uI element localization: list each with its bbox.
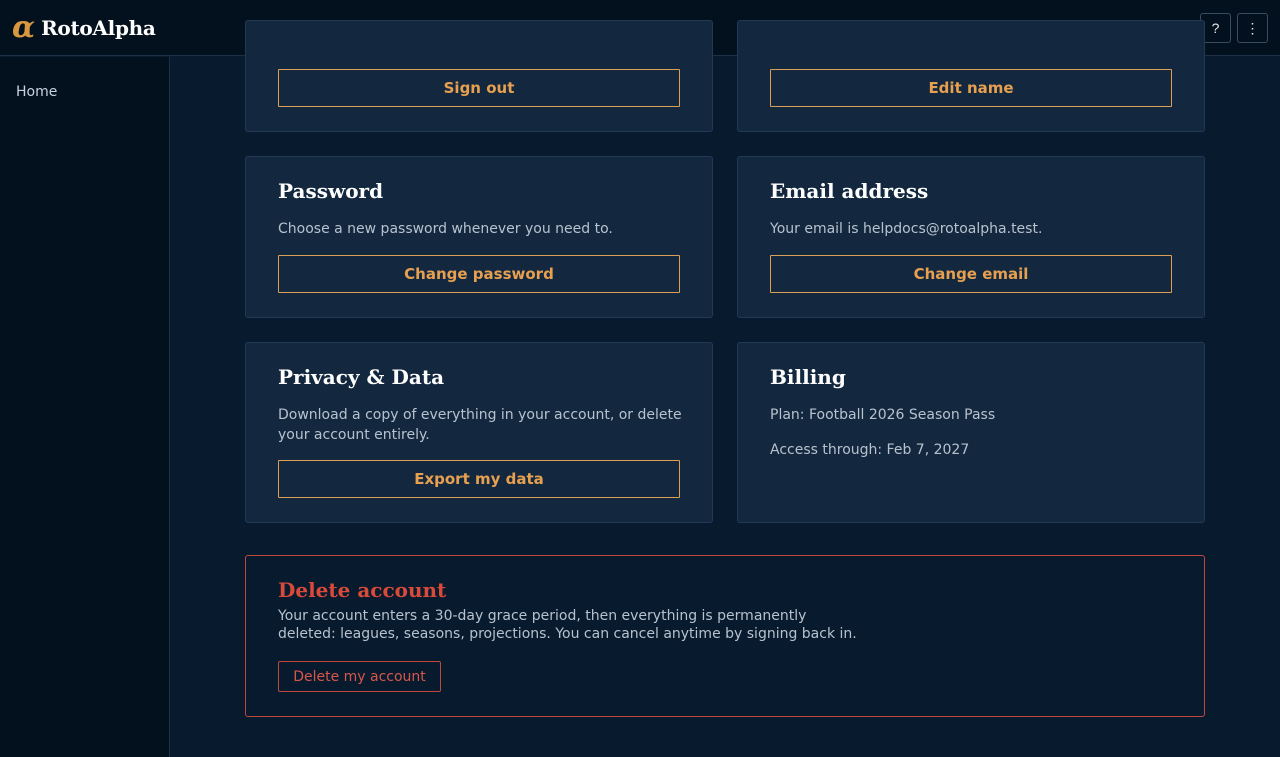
app-logo[interactable]: α RotoAlpha	[12, 10, 156, 46]
privacy-title: Privacy & Data	[278, 365, 445, 389]
privacy-description: Download a copy of everything in your ac…	[278, 407, 682, 443]
billing-card: Billing Plan: Football 2026 Season Pass …	[737, 342, 1205, 523]
change-email-button[interactable]: Change email	[770, 255, 1172, 293]
sign-out-button[interactable]: Sign out	[278, 69, 680, 107]
email-title: Email address	[770, 179, 929, 203]
account-card: Sign out	[245, 20, 713, 132]
alpha-logo-icon: α	[12, 10, 36, 45]
password-card: Password Choose a new password whenever …	[245, 156, 713, 318]
change-password-button[interactable]: Change password	[278, 255, 680, 293]
sidebar: Home	[0, 57, 170, 757]
password-title: Password	[278, 179, 384, 203]
billing-plan: Plan: Football 2026 Season Pass	[770, 407, 996, 423]
app-name: RotoAlpha	[41, 16, 156, 40]
edit-name-button[interactable]: Edit name	[770, 69, 1172, 107]
billing-title: Billing	[770, 365, 846, 389]
export-data-button[interactable]: Export my data	[278, 460, 680, 498]
privacy-card: Privacy & Data Download a copy of everyt…	[245, 342, 713, 523]
password-description: Choose a new password whenever you need …	[278, 221, 613, 237]
delete-account-panel: Delete account Your account enters a 30-…	[245, 555, 1205, 717]
name-card: Edit name	[737, 20, 1205, 132]
delete-account-description: Your account enters a 30-day grace perio…	[278, 608, 857, 642]
delete-account-title: Delete account	[278, 578, 447, 602]
sidebar-item-home[interactable]: Home	[16, 84, 57, 100]
email-description: Your email is helpdocs@rotoalpha.test.	[770, 221, 1043, 237]
more-menu-button[interactable]: ⋮	[1237, 13, 1268, 43]
billing-access-date: Access through: Feb 7, 2027	[770, 442, 970, 458]
email-card: Email address Your email is helpdocs@rot…	[737, 156, 1205, 318]
delete-account-button[interactable]: Delete my account	[278, 661, 441, 692]
